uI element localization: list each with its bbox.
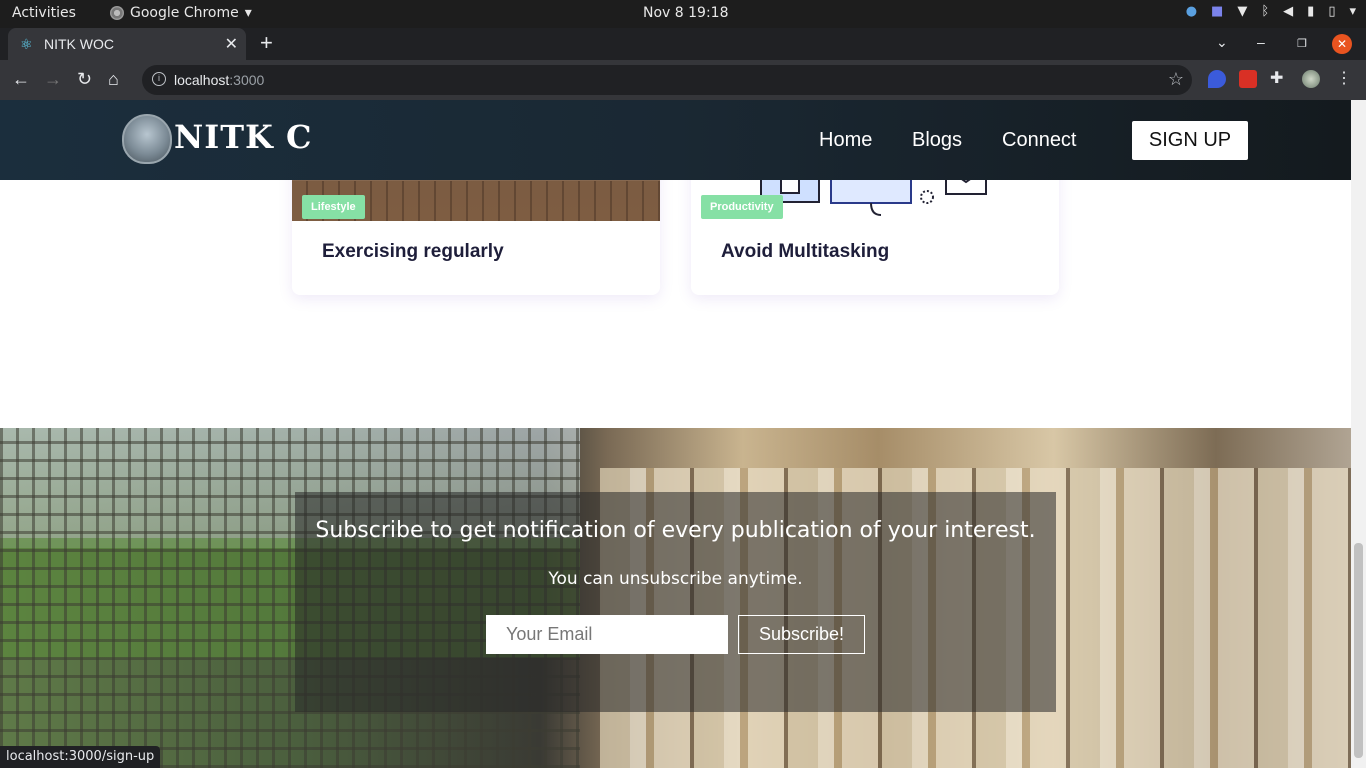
extension-red-icon[interactable] — [1239, 70, 1257, 88]
minimize-icon[interactable]: – — [1257, 34, 1265, 50]
extensions-puzzle-icon[interactable]: ✚ — [1270, 70, 1288, 88]
sign-up-button[interactable]: SIGN UP — [1132, 121, 1248, 160]
bookmark-star-icon[interactable]: ☆ — [1168, 69, 1184, 90]
back-arrow-icon[interactable]: ← — [12, 68, 30, 90]
tab-search-icon[interactable]: ⌄ — [1216, 34, 1228, 51]
nitk-crest-logo[interactable] — [122, 114, 172, 164]
app-menu-label: Google Chrome — [130, 5, 239, 21]
card-category-badge: Productivity — [701, 195, 783, 219]
caret-down-icon: ▾ — [244, 5, 252, 21]
forward-arrow-icon[interactable]: → — [44, 68, 62, 90]
extension-gem-icon[interactable] — [1208, 70, 1226, 88]
wifi-icon[interactable]: ▼ — [1237, 4, 1247, 19]
system-tray[interactable]: ● ■ ▼ ᛒ ◀ ▮ ▯ ▾ — [1186, 4, 1356, 19]
subscribe-title: Subscribe to get notification of every p… — [315, 518, 1036, 543]
power-menu-icon[interactable]: ▾ — [1349, 4, 1356, 19]
scrollbar-thumb[interactable] — [1354, 543, 1363, 758]
bluetooth-icon[interactable]: ᛒ — [1261, 4, 1269, 19]
new-tab-button[interactable]: + — [260, 32, 273, 54]
reload-icon[interactable]: ↻ — [77, 68, 92, 90]
activities-button[interactable]: Activities — [12, 5, 76, 21]
address-bar[interactable]: i localhost:3000 ☆ — [142, 65, 1192, 95]
tab-active[interactable]: ⚛ NITK WOC ✕ — [8, 28, 246, 60]
site-info-icon[interactable]: i — [152, 72, 166, 86]
nav-link-connect[interactable]: Connect — [1002, 129, 1077, 152]
restore-icon[interactable]: ❐ — [1297, 37, 1307, 50]
nav-link-blogs[interactable]: Blogs — [912, 129, 962, 152]
teams-icon[interactable]: ■ — [1211, 4, 1223, 19]
url-text[interactable]: localhost:3000 — [174, 72, 264, 88]
nav-link-home[interactable]: Home — [819, 129, 872, 152]
browser-toolbar: ← → ↻ ⌂ i localhost:3000 ☆ ✚ ⋮ — [0, 60, 1366, 100]
site-brand[interactable]: NITK C — [174, 118, 312, 156]
app-menu[interactable]: Google Chrome ▾ — [110, 5, 252, 21]
volume-icon[interactable]: ◀ — [1283, 4, 1293, 19]
page-scrollbar[interactable] — [1351, 100, 1366, 768]
profile-avatar[interactable] — [1302, 70, 1320, 88]
subscribe-button[interactable]: Subscribe! — [738, 615, 865, 654]
close-tab-icon[interactable]: ✕ — [225, 34, 238, 54]
tab-strip: ⚛ NITK WOC ✕ + ⌄ – ❐ — [0, 28, 1366, 60]
clock[interactable]: Nov 8 19:18 — [643, 5, 728, 21]
site-navbar: NITK C Home Blogs Connect SIGN UP — [0, 100, 1351, 180]
card-title[interactable]: Avoid Multitasking — [721, 241, 889, 263]
page-viewport: Lifestyle Exercising regularly Productiv… — [0, 100, 1351, 768]
url-host: localhost — [174, 72, 230, 88]
subscribe-box: Subscribe to get notification of every p… — [295, 492, 1056, 712]
subscribe-section: Subscribe to get notification of every p… — [0, 428, 1351, 768]
react-favicon-icon: ⚛ — [20, 36, 33, 52]
microphone-icon[interactable]: ▮ — [1307, 4, 1314, 19]
window-close-button[interactable]: ✕ — [1332, 34, 1352, 54]
link-status-bubble: localhost:3000/sign-up — [0, 746, 161, 768]
system-top-bar: Activities Google Chrome ▾ Nov 8 19:18 ●… — [0, 0, 1366, 28]
tab-title: NITK WOC — [44, 36, 114, 52]
app-indicator-icon[interactable]: ● — [1186, 4, 1197, 19]
subscribe-note: You can unsubscribe anytime. — [548, 569, 803, 589]
chrome-icon — [110, 6, 124, 20]
email-input[interactable] — [486, 615, 728, 654]
card-title[interactable]: Exercising regularly — [322, 241, 504, 263]
battery-icon[interactable]: ▯ — [1328, 4, 1335, 19]
home-icon[interactable]: ⌂ — [108, 68, 119, 90]
url-port: :3000 — [229, 72, 265, 88]
card-category-badge: Lifestyle — [302, 195, 365, 219]
chrome-menu-icon[interactable]: ⋮ — [1336, 70, 1354, 88]
